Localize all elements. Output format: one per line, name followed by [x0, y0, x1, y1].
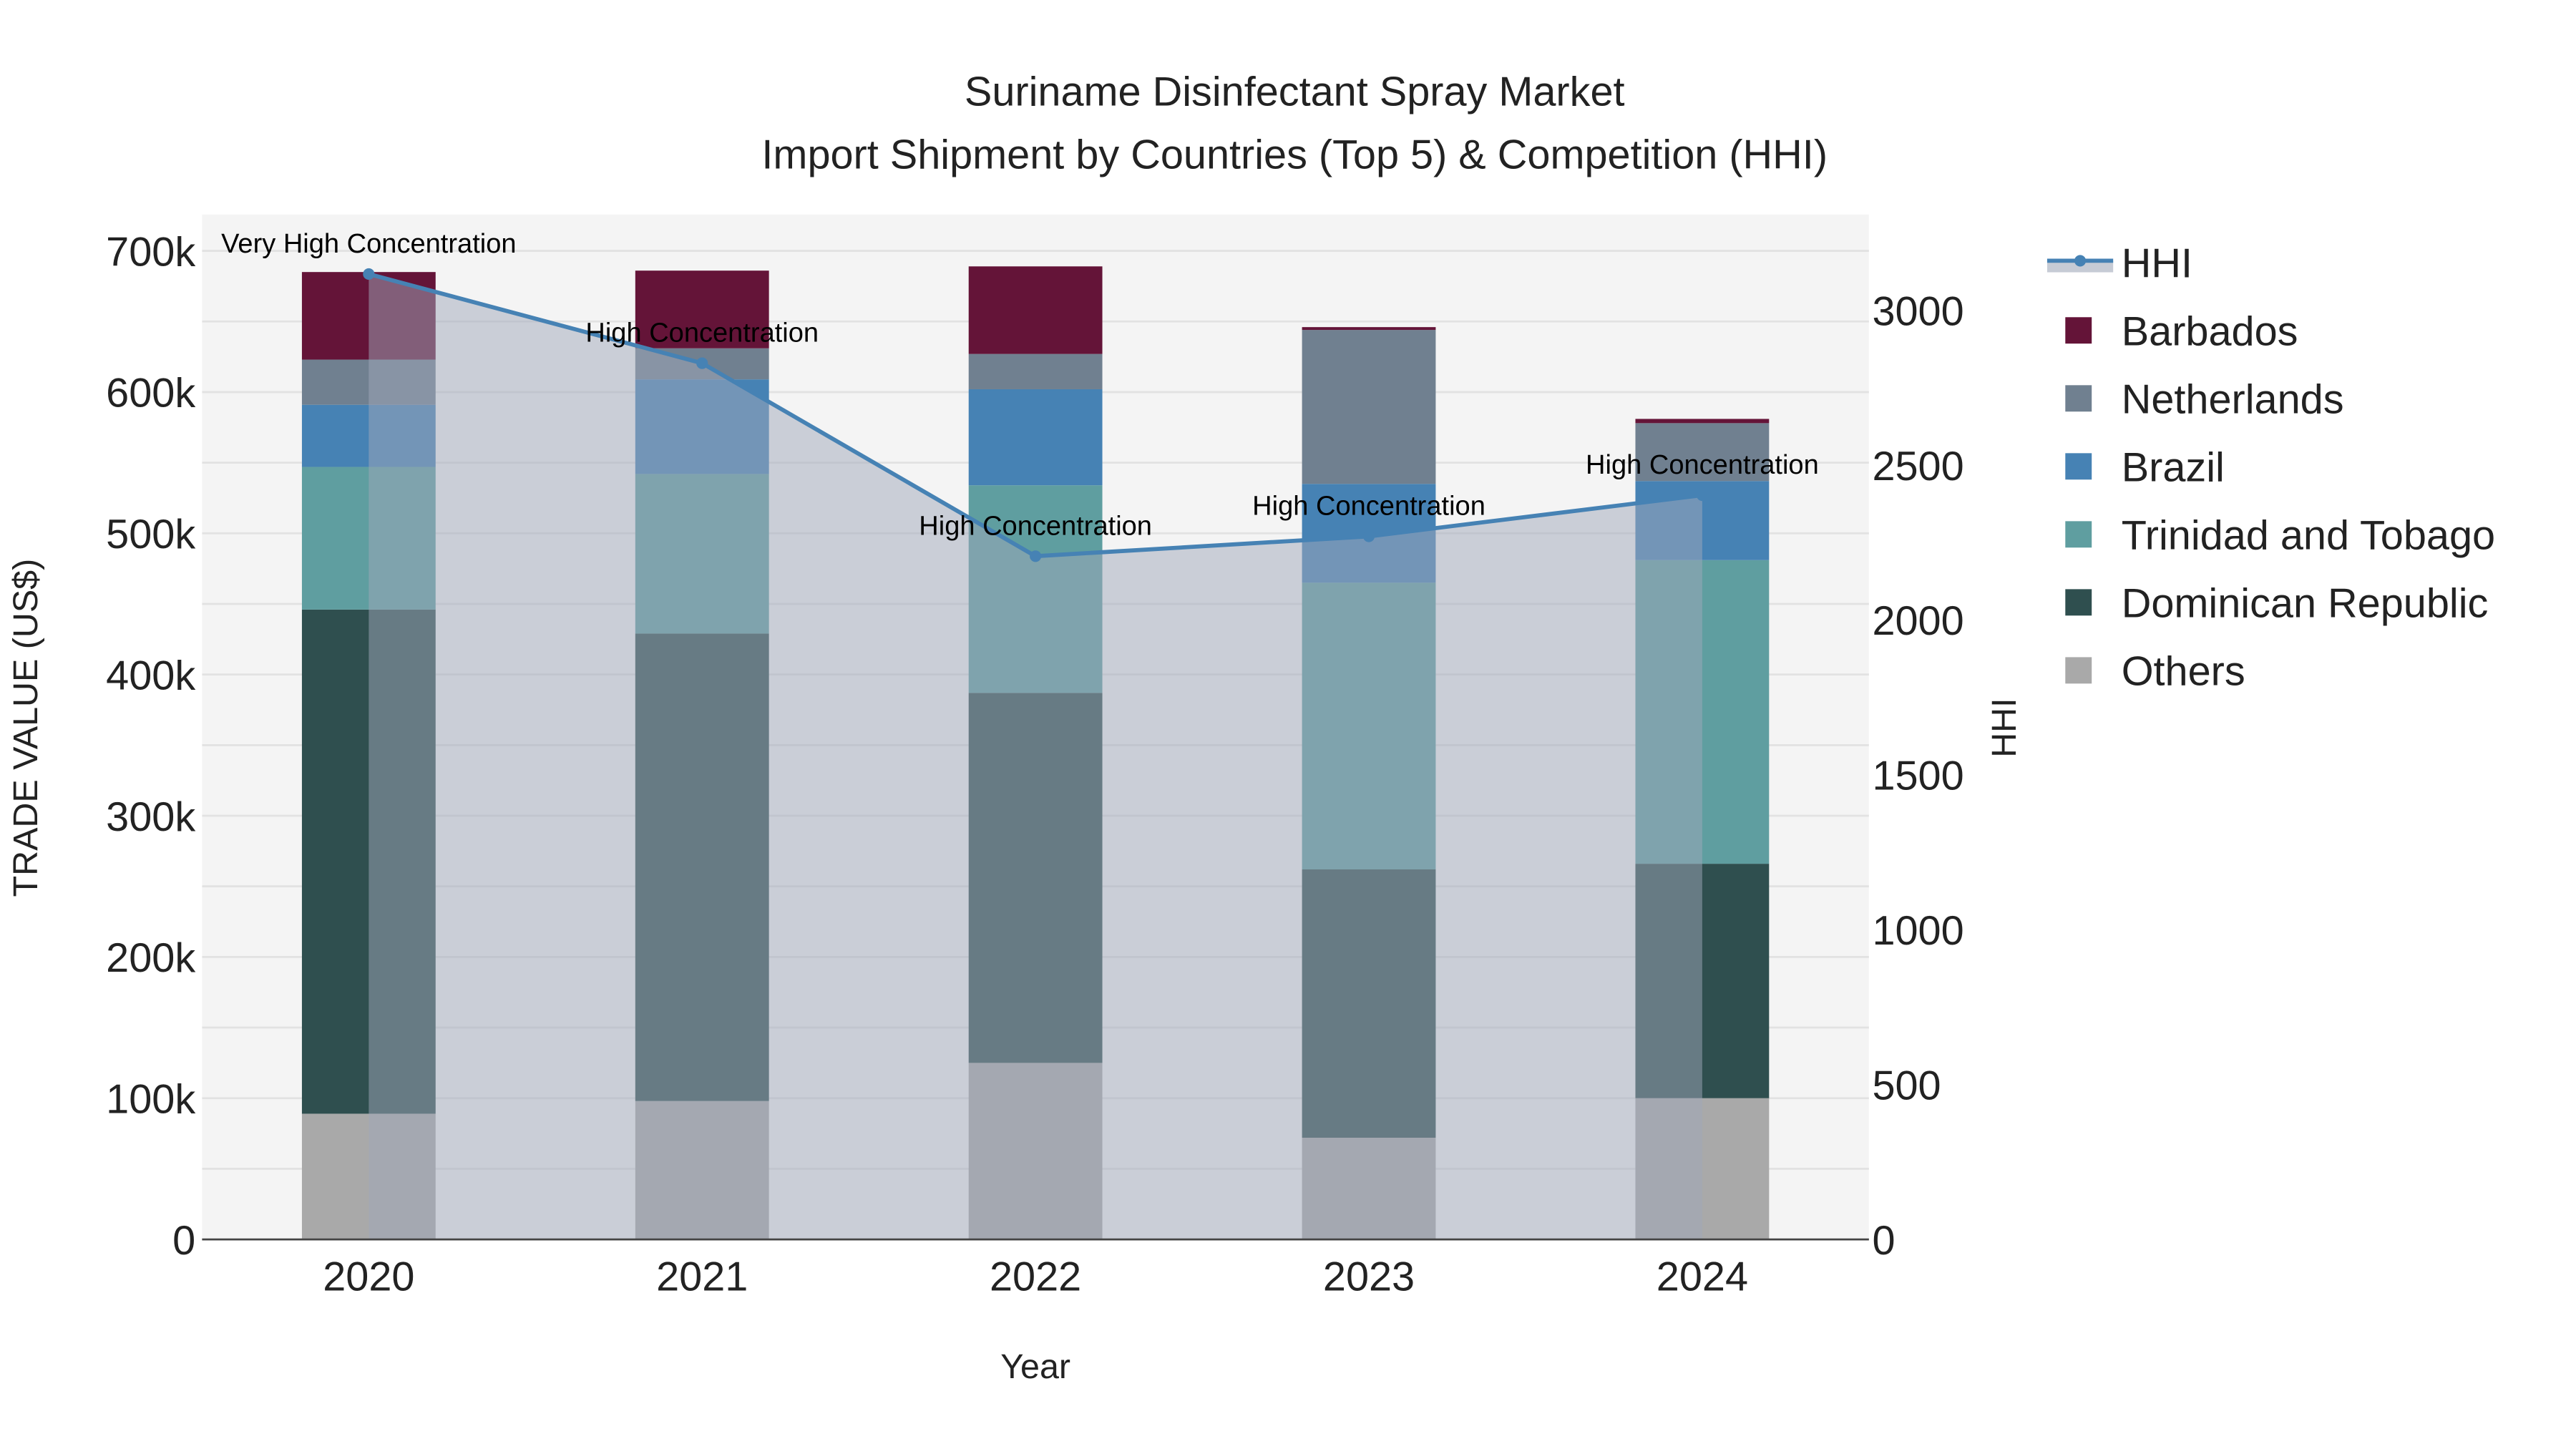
y2-axis-label: HHI	[1985, 698, 2024, 757]
x-tick-label: 2022	[990, 1254, 1081, 1300]
bar-netherlands-2022[interactable]	[968, 353, 1103, 389]
y-tick-label: 600k	[106, 371, 195, 416]
legend-item-others[interactable]: Others	[2065, 649, 2245, 695]
chart-subtitle: Import Shipment by Countries (Top 5) & C…	[761, 132, 1828, 177]
hhi-annotation: High Concentration	[585, 318, 819, 348]
y-tick-label: 300k	[106, 794, 195, 840]
x-tick-label: 2020	[323, 1254, 414, 1300]
y2-axis-ticks: 0 500 1000 1500 2000 2500 3000	[1872, 288, 1963, 1263]
y2-tick-label: 2000	[1872, 598, 1963, 644]
chart-title: Suriname Disinfectant Spray Market	[965, 69, 1625, 115]
hhi-point[interactable]	[696, 357, 708, 369]
hhi-point[interactable]	[1696, 489, 1708, 502]
bar-brazil-2022[interactable]	[968, 389, 1103, 486]
legend-swatch	[2065, 657, 2092, 684]
y-axis-label: TRADE VALUE (US$)	[6, 559, 45, 897]
hhi-point[interactable]	[1362, 530, 1375, 542]
y2-tick-label: 2500	[1872, 444, 1963, 489]
hhi-annotation: High Concentration	[1252, 492, 1485, 522]
x-tick-label: 2021	[656, 1254, 748, 1300]
y2-tick-label: 3000	[1872, 288, 1963, 334]
legend-item-trinidad-and-tobago[interactable]: Trinidad and Tobago	[2065, 513, 2495, 559]
legend-swatch	[2065, 589, 2092, 616]
legend-item-brazil[interactable]: Brazil	[2065, 445, 2225, 491]
hhi-point[interactable]	[1030, 550, 1042, 562]
legend-item-netherlands[interactable]: Netherlands	[2065, 377, 2344, 423]
hhi-annotation: High Concentration	[1586, 450, 1819, 480]
legend-item-hhi[interactable]: HHI	[2046, 240, 2192, 286]
legend-label: Barbados	[2122, 308, 2298, 354]
bar-barbados-2024[interactable]	[1635, 419, 1770, 424]
legend-label: Trinidad and Tobago	[2122, 513, 2495, 559]
y-tick-label: 200k	[106, 935, 195, 981]
legend-label: Dominican Republic	[2122, 581, 2489, 627]
legend-swatch	[2065, 521, 2092, 548]
x-tick-label: 2023	[1323, 1254, 1415, 1300]
hhi-point[interactable]	[363, 268, 375, 280]
y2-tick-label: 1500	[1872, 753, 1963, 799]
x-axis-ticks: 2020 2021 2022 2023 2024	[323, 1254, 1748, 1300]
y-tick-label: 500k	[106, 512, 195, 557]
legend-label: Others	[2122, 649, 2245, 695]
x-tick-label: 2024	[1657, 1254, 1748, 1300]
legend-item-barbados[interactable]: Barbados	[2065, 308, 2298, 354]
y-tick-label: 400k	[106, 653, 195, 698]
chart: Suriname Disinfectant Spray Market Impor…	[6, 69, 2495, 1386]
x-axis-label: Year	[1000, 1347, 1070, 1386]
hhi-annotation: High Concentration	[919, 511, 1152, 541]
legend-label: Netherlands	[2122, 377, 2344, 423]
y-tick-label: 700k	[106, 229, 195, 275]
y-axis-ticks: 0 100k 200k 300k 400k 500k 600k 700k	[106, 229, 195, 1264]
legend-swatch-marker	[2074, 255, 2087, 267]
y2-tick-label: 0	[1872, 1218, 1895, 1264]
legend-swatch	[2065, 317, 2092, 344]
y2-tick-label: 1000	[1872, 908, 1963, 954]
bar-barbados-2023[interactable]	[1302, 327, 1436, 331]
y-tick-label: 100k	[106, 1076, 195, 1122]
legend-item-dominican-republic[interactable]: Dominican Republic	[2065, 581, 2488, 627]
legend-label: HHI	[2122, 240, 2192, 286]
legend: HHI Barbados Netherlands Brazil Trinidad and…	[2046, 240, 2495, 695]
legend-swatch	[2065, 453, 2092, 480]
y2-tick-label: 500	[1872, 1063, 1941, 1108]
legend-label: Brazil	[2122, 445, 2225, 491]
bar-netherlands-2023[interactable]	[1302, 330, 1436, 484]
y-tick-label: 0	[172, 1218, 195, 1264]
legend-swatch	[2065, 385, 2092, 412]
hhi-annotation: Very High Concentration	[221, 229, 516, 259]
bar-barbados-2022[interactable]	[968, 266, 1103, 354]
